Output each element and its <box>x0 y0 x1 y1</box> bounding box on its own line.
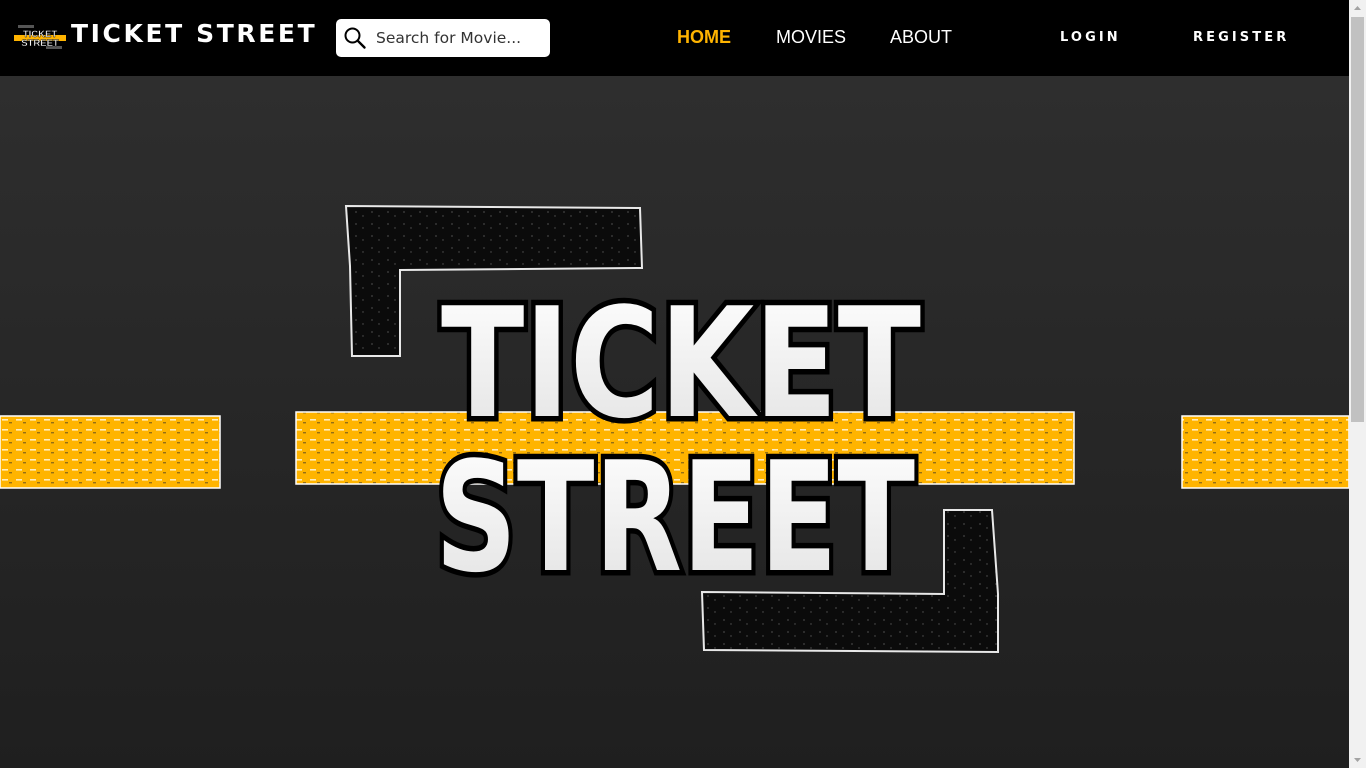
scroll-thumb[interactable] <box>1351 17 1364 422</box>
nav-about[interactable]: ABOUT <box>890 27 952 48</box>
search-box <box>336 19 550 57</box>
search-icon[interactable] <box>343 26 367 50</box>
scroll-up-arrow-icon[interactable] <box>1349 0 1366 17</box>
nav-movies[interactable]: MOVIES <box>776 27 846 48</box>
hero-logo-art: TICKET STREET <box>0 204 1349 654</box>
login-link[interactable]: LOGIN <box>1060 30 1121 45</box>
brand-logo-text-2: STREET <box>21 38 59 49</box>
brand-name[interactable]: TICKET STREET <box>71 19 317 48</box>
hero-logo-line-1: TICKET <box>441 275 921 452</box>
page-scrollbar[interactable] <box>1349 0 1366 768</box>
search-input[interactable] <box>376 23 544 53</box>
brand-logo: TICKET STREET <box>14 25 66 49</box>
hero-logo-line-2: STREET <box>435 429 915 606</box>
nav-home[interactable]: HOME <box>677 27 731 48</box>
scroll-down-arrow-icon[interactable] <box>1349 751 1366 768</box>
hero-banner: TICKET STREET <box>0 76 1349 768</box>
register-link[interactable]: REGISTER <box>1193 30 1289 45</box>
hero-logo-text: TICKET STREET <box>430 270 927 612</box>
header-navbar: TICKET STREET TICKET STREET HOME MOVIES … <box>0 0 1349 76</box>
